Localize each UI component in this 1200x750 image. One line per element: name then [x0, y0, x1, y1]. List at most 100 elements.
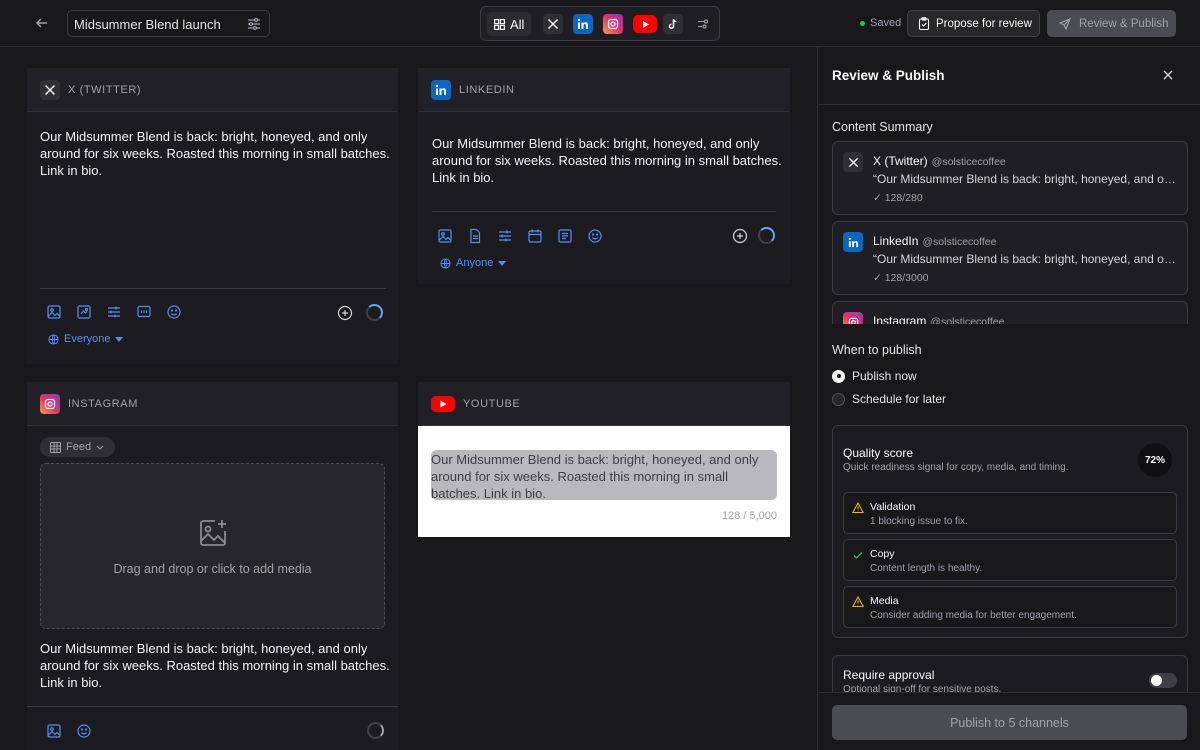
linkedin-channel-icon[interactable]: [573, 14, 593, 34]
character-count-ring: [366, 304, 383, 321]
summary-item-quote: “Our Midsummer Blend is back: bright, ho…: [873, 172, 1179, 186]
add-thread-icon[interactable]: [337, 305, 353, 321]
content-summary-label: Content Summary: [832, 120, 933, 134]
radio-unselected-icon[interactable]: [832, 392, 845, 406]
content-summary-list[interactable]: X (Twitter) @solsticecoffee “Our Midsumme…: [832, 141, 1188, 324]
quality-item-title: Media: [870, 595, 899, 607]
x-post-text[interactable]: Our Midsummer Blend is back: bright, hon…: [40, 128, 390, 179]
tiktok-channel-icon[interactable]: [663, 14, 683, 34]
linkedin-logo-icon: [843, 232, 863, 252]
quality-item-detail: Content length is healthy.: [870, 563, 983, 574]
instagram-card-header: INSTAGRAM: [27, 382, 398, 426]
x-card: X (TWITTER) Our Midsummer Blend is back:…: [27, 68, 398, 364]
emoji-icon[interactable]: [587, 228, 603, 244]
character-count-ring: [367, 722, 384, 739]
linkedin-post-text[interactable]: Our Midsummer Blend is back: bright, hon…: [432, 135, 782, 186]
propose-review-label: Propose for review: [936, 17, 1032, 30]
quality-item-media[interactable]: Media Consider adding media for better e…: [843, 586, 1177, 628]
summary-item-x[interactable]: X (Twitter) @solsticecoffee “Our Midsumme…: [832, 141, 1188, 215]
manage-channels-icon[interactable]: [693, 14, 713, 34]
x-divider: [40, 288, 386, 289]
instagram-format-dropdown[interactable]: Feed: [40, 437, 115, 457]
summary-item-name: X (Twitter) @solsticecoffee: [873, 154, 1006, 168]
linkedin-audience-dropdown[interactable]: Anyone: [440, 257, 507, 269]
warning-icon: [851, 501, 865, 514]
summary-item-linkedin[interactable]: LinkedIn @solsticecoffee “Our Midsummer B…: [832, 221, 1188, 295]
top-bar: Midsummer Blend launch All Saved Propose…: [0, 0, 1200, 47]
publish-now-label: Publish now: [852, 369, 917, 383]
summary-item-title: LinkedIn: [873, 234, 919, 248]
quality-item-title: Validation: [870, 501, 916, 513]
gif-icon[interactable]: [76, 304, 92, 320]
add-image-icon: [197, 517, 229, 549]
quality-item-validation[interactable]: Validation 1 blocking issue to fix.: [843, 492, 1177, 534]
linkedin-divider: [432, 211, 776, 212]
emoji-icon[interactable]: [166, 304, 182, 320]
post-title-input[interactable]: Midsummer Blend launch: [67, 10, 270, 37]
x-audience-dropdown[interactable]: Everyone: [48, 333, 124, 345]
saved-indicator: Saved: [860, 17, 901, 29]
review-publish-button[interactable]: Review & Publish: [1047, 10, 1176, 37]
publish-button[interactable]: Publish to 5 channels: [832, 705, 1187, 740]
x-channel-icon[interactable]: [543, 14, 563, 34]
approval-toggle[interactable]: [1149, 673, 1177, 688]
calendar-icon[interactable]: [527, 228, 543, 244]
publish-now-radio[interactable]: Publish now: [832, 369, 917, 383]
approval-title: Require approval: [843, 668, 935, 682]
filter-all-label: All: [510, 16, 525, 32]
globe-icon: [48, 333, 59, 345]
panel-footer: Publish to 5 channels: [818, 692, 1200, 750]
quote-icon[interactable]: [136, 304, 152, 320]
sliders-icon[interactable]: [497, 228, 513, 244]
radio-selected-icon[interactable]: [832, 369, 845, 383]
summary-item-count: ✓ 128/3000: [873, 272, 929, 284]
youtube-card-header: YOUTUBE: [418, 382, 790, 426]
review-publish-label: Review & Publish: [1079, 17, 1169, 30]
caret-down-icon: [498, 260, 507, 266]
filter-all-chip[interactable]: All: [487, 12, 531, 36]
media-dropzone[interactable]: Drag and drop or click to add media: [40, 463, 385, 629]
post-title-text[interactable]: Midsummer Blend launch: [74, 17, 221, 32]
summary-item-count: ✓ 128/280: [873, 192, 923, 204]
quality-score-card: Quality score Quick readiness signal for…: [832, 425, 1188, 638]
quality-item-copy[interactable]: Copy Content length is healthy.: [843, 539, 1177, 581]
summary-item-title: X (Twitter): [873, 154, 928, 168]
image-icon[interactable]: [46, 723, 62, 739]
send-icon: [1059, 17, 1071, 30]
article-icon[interactable]: [557, 228, 573, 244]
instagram-logo-icon: [40, 393, 60, 414]
chevron-down-icon: [96, 445, 104, 450]
sliders-icon[interactable]: [106, 304, 122, 320]
instagram-channel-icon[interactable]: [603, 14, 623, 34]
youtube-post-text[interactable]: Our Midsummer Blend is back: bright, hon…: [431, 451, 777, 502]
image-icon[interactable]: [437, 228, 453, 244]
channel-filter: All: [480, 6, 720, 41]
saved-dot: [860, 20, 865, 26]
image-icon[interactable]: [46, 304, 62, 320]
document-icon[interactable]: [467, 228, 483, 244]
grid-icon: [50, 441, 61, 453]
summary-item-name: LinkedIn @solsticecoffee: [873, 234, 996, 248]
add-post-icon[interactable]: [732, 228, 748, 244]
saved-label: Saved: [870, 17, 902, 29]
settings-sliders-icon[interactable]: [246, 16, 262, 32]
emoji-icon[interactable]: [76, 723, 92, 739]
dropzone-label: Drag and drop or click to add media: [113, 562, 312, 576]
check-icon: [852, 549, 864, 561]
propose-review-button[interactable]: Propose for review: [907, 10, 1040, 37]
back-arrow-icon[interactable]: [32, 13, 52, 33]
x-card-title: X (TWITTER): [68, 83, 142, 96]
schedule-later-radio[interactable]: Schedule for later: [832, 392, 946, 406]
instagram-post-text[interactable]: Our Midsummer Blend is back: bright, hon…: [40, 640, 390, 691]
schedule-later-label: Schedule for later: [852, 392, 947, 406]
close-icon[interactable]: [1161, 68, 1175, 82]
summary-item-instagram[interactable]: Instagram @solsticecoffee: [832, 301, 1188, 324]
youtube-channel-icon[interactable]: [633, 15, 657, 33]
review-publish-panel: Review & Publish Content Summary X (Twit…: [817, 47, 1200, 750]
summary-item-name: Instagram @solsticecoffee: [873, 314, 1004, 324]
linkedin-card-header: LINKEDIN: [418, 68, 790, 112]
summary-item-handle: @solsticecoffee: [922, 236, 997, 248]
youtube-description-field[interactable]: Our Midsummer Blend is back: bright, hon…: [431, 450, 777, 502]
x-card-header: X (TWITTER): [27, 68, 398, 112]
instagram-logo-icon: [843, 312, 863, 324]
